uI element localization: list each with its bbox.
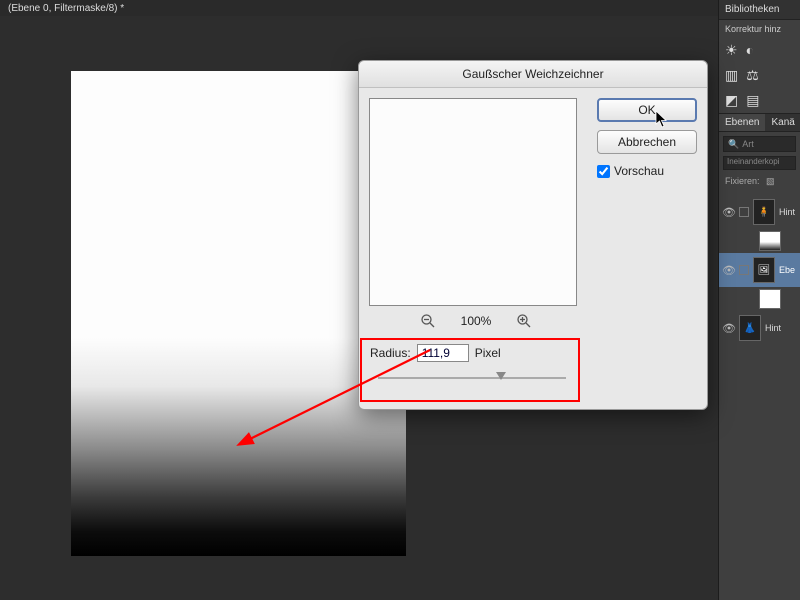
layer-checkbox[interactable] <box>739 265 749 275</box>
tab-kanaele[interactable]: Kanä <box>765 114 800 131</box>
document-title: (Ebene 0, Filtermaske/8) * <box>8 3 124 14</box>
tab-ebenen[interactable]: Ebenen <box>719 114 765 131</box>
layer-checkbox[interactable] <box>739 207 749 217</box>
radius-label: Radius: <box>370 346 411 360</box>
layer-search[interactable]: 🔍 Art <box>723 136 796 152</box>
lock-icon[interactable]: ▧ <box>766 176 775 186</box>
adjustment-icons-row-2: ▥ ⚖ <box>719 63 800 88</box>
dialog-title: Gaußscher Weichzeichner <box>359 61 707 88</box>
slider-handle[interactable] <box>496 372 506 380</box>
right-panel: Bibliotheken Korrektur hinz ☀ ◐ ▥ ⚖ ◩ ▤ … <box>718 0 800 600</box>
preview-label: Vorschau <box>614 164 664 178</box>
layer-row-0[interactable]: 👁 🧍 Hint <box>719 195 800 229</box>
layer-thumb: 🧍 <box>753 199 775 225</box>
lock-label: Fixieren: <box>725 176 760 186</box>
zoom-in-icon[interactable] <box>515 312 533 330</box>
levels-icon[interactable]: ▥ <box>725 67 738 84</box>
bibliotheken-header[interactable]: Bibliotheken <box>719 0 800 20</box>
radius-slider[interactable] <box>378 374 566 382</box>
layer-row-2[interactable]: 👁 👗 Hint <box>719 311 800 345</box>
radius-input[interactable] <box>417 344 469 362</box>
exposure-icon[interactable]: ▤ <box>746 92 759 109</box>
layers-list: 👁 🧍 Hint 👁 🖼 Ebe 👁 👗 Hint <box>719 195 800 345</box>
visibility-eye-icon[interactable]: 👁 <box>723 264 735 276</box>
balance-icon[interactable]: ⚖ <box>746 67 759 84</box>
search-placeholder: Art <box>742 139 754 149</box>
cursor-icon <box>655 110 669 128</box>
layer-name-2: Hint <box>765 323 781 333</box>
adjustment-icons-row-3: ◩ ▤ <box>719 88 800 113</box>
mask-thumb <box>759 231 781 251</box>
document-title-bar: (Ebene 0, Filtermaske/8) * <box>0 0 800 16</box>
layer-mask-sub-1[interactable] <box>719 287 800 311</box>
curves-icon[interactable]: ◩ <box>725 92 738 109</box>
ok-button[interactable]: OK <box>597 98 697 122</box>
mask-thumb <box>759 289 781 309</box>
blend-mode-dropdown[interactable]: Ineinanderkopi <box>723 156 796 170</box>
lock-row: Fixieren: ▧ <box>719 172 800 191</box>
layer-name-0: Hint <box>779 207 795 217</box>
adjustment-icons-row-1: ☀ ◐ <box>719 38 800 63</box>
layer-thumb: 🖼 <box>753 257 775 283</box>
radius-row: Radius: Pixel <box>370 344 501 362</box>
cancel-button[interactable]: Abbrechen <box>597 130 697 154</box>
brightness-icon[interactable]: ☀ <box>725 42 738 59</box>
dialog-preview[interactable] <box>369 98 577 306</box>
layer-row-1[interactable]: 👁 🖼 Ebe <box>719 253 800 287</box>
layer-name-1: Ebe <box>779 265 795 275</box>
ok-button-label: OK <box>638 103 655 117</box>
zoom-out-icon[interactable] <box>419 312 437 330</box>
search-icon: 🔍 <box>728 139 739 150</box>
korrektur-label: Korrektur hinz <box>719 20 800 38</box>
zoom-value: 100% <box>461 314 492 328</box>
slider-track-line <box>378 377 566 379</box>
layer-thumb: 👗 <box>739 315 761 341</box>
preview-checkbox-row[interactable]: Vorschau <box>597 164 697 178</box>
document-preview[interactable] <box>71 71 406 556</box>
preview-checkbox[interactable] <box>597 165 610 178</box>
panel-tabs: Ebenen Kanä <box>719 113 800 132</box>
contrast-icon[interactable]: ◐ <box>746 42 754 59</box>
visibility-eye-icon[interactable]: 👁 <box>723 322 735 334</box>
layer-mask-sub-0[interactable] <box>719 229 800 253</box>
visibility-eye-icon[interactable]: 👁 <box>723 206 735 218</box>
radius-unit: Pixel <box>475 346 501 360</box>
